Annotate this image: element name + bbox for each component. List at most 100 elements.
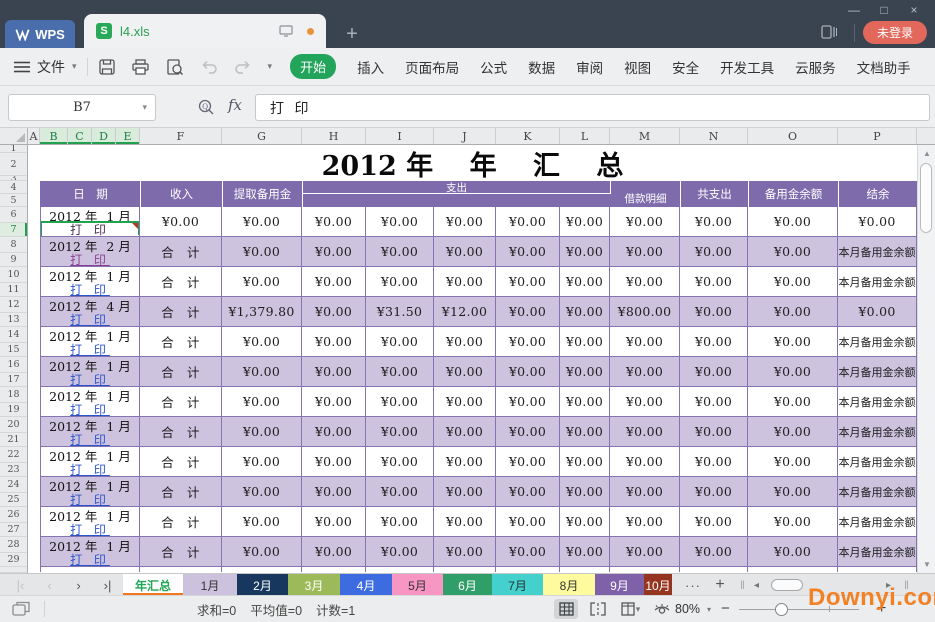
value-cell[interactable]: ¥0.00 bbox=[748, 537, 838, 566]
value-cell[interactable]: ¥0.00 bbox=[434, 327, 496, 356]
value-cell[interactable]: ¥0.00 bbox=[366, 267, 434, 296]
value-cell[interactable]: ¥0.00 bbox=[748, 387, 838, 416]
vertical-scrollbar[interactable]: ▲ ▼ bbox=[917, 145, 935, 573]
print-link[interactable]: 打 印 bbox=[70, 523, 110, 536]
row-header-8[interactable]: 8 bbox=[0, 237, 27, 253]
row-header-14[interactable]: 14 bbox=[0, 327, 27, 343]
value-cell[interactable]: ¥0.00 bbox=[302, 237, 366, 266]
value-cell[interactable]: ¥0.00 bbox=[366, 237, 434, 266]
header-balance[interactable]: 结余 bbox=[839, 181, 917, 207]
add-sheet-button[interactable]: + bbox=[708, 574, 732, 596]
row-header-6[interactable]: 6 bbox=[0, 207, 27, 223]
column-header-G[interactable]: G bbox=[222, 128, 302, 144]
value-cell[interactable]: ¥0.00 bbox=[302, 537, 366, 566]
date-cell[interactable]: 2012 年1 月打 印 bbox=[40, 207, 140, 236]
value-cell[interactable]: ¥0.00 bbox=[748, 477, 838, 506]
value-cell[interactable]: ¥0.00 bbox=[838, 207, 917, 236]
value-cell[interactable]: ¥0.00 bbox=[560, 297, 610, 326]
sheet-tab-2月[interactable]: 2月 bbox=[237, 574, 288, 596]
window-switch-icon[interactable] bbox=[12, 601, 32, 617]
column-header-B[interactable]: B bbox=[40, 128, 68, 144]
value-cell[interactable]: ¥0.00 bbox=[496, 297, 560, 326]
menu-tab-插入[interactable]: 插入 bbox=[357, 57, 384, 77]
date-cell[interactable]: 2012 年1 月打 印 bbox=[40, 417, 140, 446]
sheet-tab-7月[interactable]: 7月 bbox=[492, 574, 543, 596]
value-cell[interactable]: ¥0.00 bbox=[434, 357, 496, 386]
value-cell[interactable]: ¥0.00 bbox=[680, 387, 748, 416]
zoom-formula-icon[interactable]: Q bbox=[198, 99, 214, 115]
value-cell[interactable]: ¥0.00 bbox=[680, 327, 748, 356]
menu-tab-数据[interactable]: 数据 bbox=[528, 57, 555, 77]
fill-handle[interactable] bbox=[137, 235, 140, 236]
income-cell[interactable]: 合 计 bbox=[140, 477, 222, 506]
date-cell[interactable]: 2012 年1 月打 印 bbox=[40, 357, 140, 386]
value-cell[interactable]: ¥0.00 bbox=[434, 447, 496, 476]
value-cell[interactable]: ¥0.00 bbox=[748, 417, 838, 446]
header-date[interactable]: 日 期 bbox=[41, 181, 141, 207]
last-sheet-icon[interactable]: ›| bbox=[93, 578, 122, 593]
normal-view-icon[interactable] bbox=[554, 599, 578, 619]
value-cell[interactable]: ¥0.00 bbox=[748, 447, 838, 476]
save-button[interactable] bbox=[98, 58, 116, 76]
value-cell[interactable]: ¥0.00 bbox=[302, 477, 366, 506]
menu-tab-安全[interactable]: 安全 bbox=[672, 57, 699, 77]
menu-tab-审阅[interactable]: 审阅 bbox=[576, 57, 603, 77]
value-cell[interactable]: ¥0.00 bbox=[560, 477, 610, 506]
value-cell[interactable]: ¥0.00 bbox=[366, 507, 434, 536]
row-header-21[interactable]: 21 bbox=[0, 433, 27, 447]
value-cell[interactable]: ¥0.00 bbox=[560, 387, 610, 416]
name-box-dropdown-icon[interactable]: ▾ bbox=[142, 103, 147, 113]
value-cell[interactable]: ¥0.00 bbox=[748, 327, 838, 356]
cell-name-box[interactable]: B7 ▾ bbox=[8, 94, 156, 121]
value-cell[interactable]: ¥0.00 bbox=[560, 357, 610, 386]
date-cell[interactable]: 2012 年1 月打 印 bbox=[40, 327, 140, 356]
column-header-M[interactable]: M bbox=[610, 128, 680, 144]
value-cell[interactable]: ¥0.00 bbox=[610, 207, 680, 236]
zoom-out-button[interactable]: − bbox=[721, 600, 730, 617]
row-header-27[interactable]: 27 bbox=[0, 523, 27, 537]
select-all-corner[interactable] bbox=[0, 128, 28, 144]
menu-tab-开发工具[interactable]: 开发工具 bbox=[720, 57, 774, 77]
row-header-4[interactable]: 4 bbox=[0, 181, 27, 194]
hscroll-left-icon[interactable]: ◂ bbox=[754, 574, 759, 596]
income-cell[interactable]: ¥0.00 bbox=[140, 207, 222, 236]
zoom-level[interactable]: 80% bbox=[675, 602, 700, 616]
value-cell[interactable]: 本月备用金余额 bbox=[838, 417, 917, 446]
income-cell[interactable]: 合 计 bbox=[140, 297, 222, 326]
print-link[interactable]: 打 印 bbox=[70, 433, 110, 446]
zoom-slider-thumb[interactable] bbox=[775, 603, 788, 616]
value-cell[interactable]: ¥0.00 bbox=[610, 477, 680, 506]
income-cell[interactable]: 合 计 bbox=[140, 447, 222, 476]
value-cell[interactable]: ¥0.00 bbox=[610, 447, 680, 476]
value-cell[interactable]: ¥0.00 bbox=[496, 267, 560, 296]
value-cell[interactable]: ¥0.00 bbox=[680, 507, 748, 536]
header-income[interactable]: 收入 bbox=[141, 181, 223, 207]
value-cell[interactable]: ¥0.00 bbox=[366, 357, 434, 386]
vertical-scroll-thumb[interactable] bbox=[920, 163, 932, 233]
value-cell[interactable]: ¥0.00 bbox=[610, 507, 680, 536]
column-header-C[interactable]: C bbox=[68, 128, 92, 144]
row-header-20[interactable]: 20 bbox=[0, 417, 27, 433]
value-cell[interactable]: ¥12.00 bbox=[434, 297, 496, 326]
row-header-24[interactable]: 24 bbox=[0, 477, 27, 493]
value-cell[interactable]: ¥0.00 bbox=[496, 537, 560, 566]
value-cell[interactable]: ¥0.00 bbox=[302, 507, 366, 536]
value-cell[interactable]: ¥0.00 bbox=[560, 267, 610, 296]
switch-window-icon[interactable] bbox=[821, 25, 837, 39]
value-cell[interactable]: ¥0.00 bbox=[496, 357, 560, 386]
row-header-25[interactable]: 25 bbox=[0, 493, 27, 507]
value-cell[interactable]: ¥0.00 bbox=[222, 537, 302, 566]
next-sheet-icon[interactable]: › bbox=[64, 578, 93, 593]
close-button[interactable]: × bbox=[899, 0, 929, 20]
header-draw-reserve[interactable]: 提取备用金 bbox=[223, 181, 303, 207]
sheet-tab-9月[interactable]: 9月 bbox=[595, 574, 644, 596]
value-cell[interactable]: ¥0.00 bbox=[496, 507, 560, 536]
income-cell[interactable]: 合 计 bbox=[140, 357, 222, 386]
value-cell[interactable]: ¥0.00 bbox=[496, 207, 560, 236]
print-link[interactable]: 打 印 bbox=[70, 313, 110, 326]
column-header-O[interactable]: O bbox=[748, 128, 838, 144]
value-cell[interactable]: ¥800.00 bbox=[610, 297, 680, 326]
income-cell[interactable]: 合 计 bbox=[140, 267, 222, 296]
column-header-E[interactable]: E bbox=[116, 128, 140, 144]
row-header-7[interactable]: 7 bbox=[0, 223, 27, 237]
